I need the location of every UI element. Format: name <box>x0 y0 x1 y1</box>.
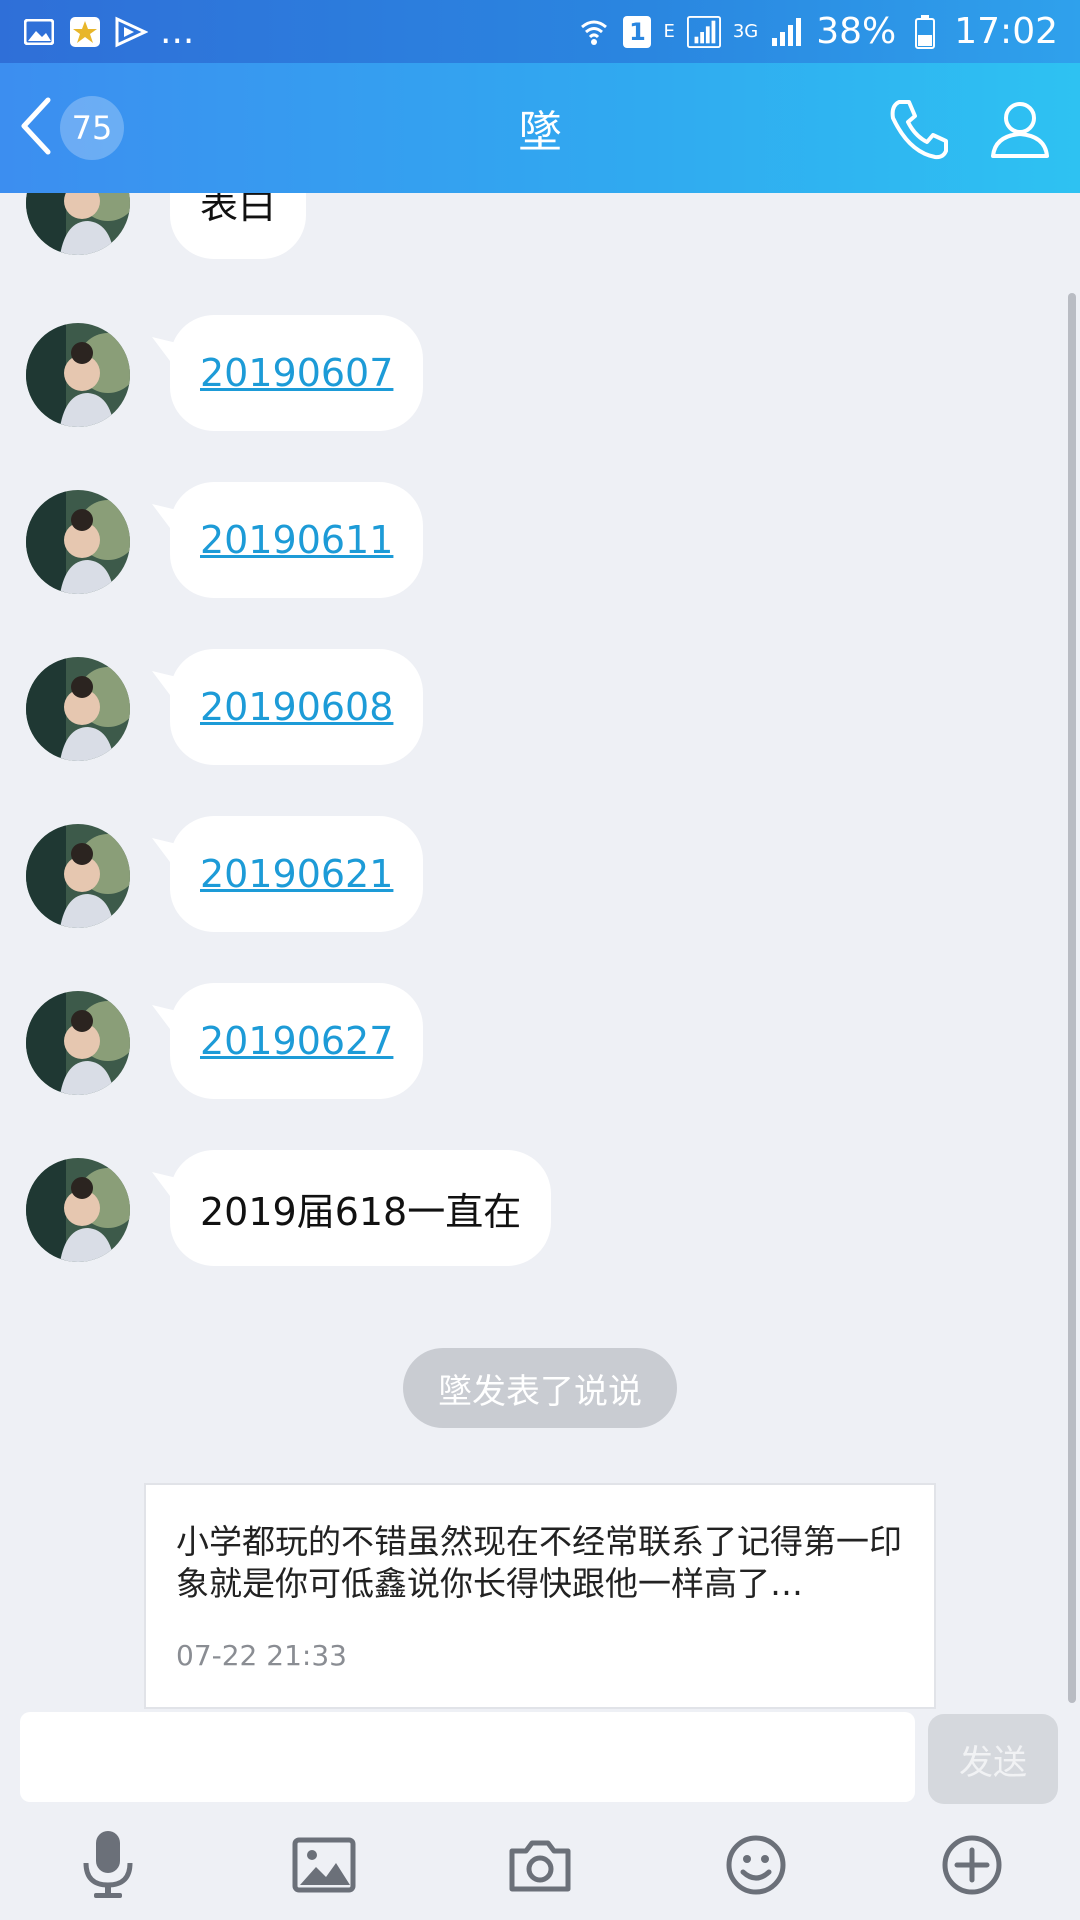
avatar[interactable] <box>26 657 130 761</box>
camera-button[interactable] <box>495 1822 585 1912</box>
avatar[interactable] <box>26 193 130 255</box>
message-row: 20190611 <box>0 482 900 602</box>
sim-badge: 1 <box>623 15 652 48</box>
call-button[interactable] <box>880 93 956 169</box>
signal-bars-icon <box>770 15 804 49</box>
message-bubble[interactable]: 2019届618一直在 <box>170 1150 552 1266</box>
message-row: 2019届618一直在 <box>0 1150 900 1270</box>
message-link[interactable]: 20190607 <box>170 315 424 431</box>
camera-icon <box>508 1837 572 1897</box>
sim-number: 1 <box>629 17 646 46</box>
star-app-icon <box>68 15 102 49</box>
avatar[interactable] <box>26 824 130 928</box>
message-row: 表白 <box>0 193 900 263</box>
system-notice: 墜发表了说说 <box>403 1348 677 1428</box>
feed-card-text: 小学都玩的不错虽然现在不经常联系了记得第一印象就是你可低鑫说你长得快跟他一样高了… <box>176 1522 902 1603</box>
avatar[interactable] <box>26 991 130 1095</box>
image-icon <box>22 15 56 49</box>
message-link[interactable]: 20190627 <box>170 983 424 1099</box>
image-icon <box>292 1837 356 1897</box>
plus-icon <box>941 1834 1003 1900</box>
feed-card[interactable]: 小学都玩的不错虽然现在不经常联系了记得第一印象就是你可低鑫说你长得快跟他一样高了… <box>144 1483 936 1709</box>
battery-percent: 38% <box>816 11 897 52</box>
phone-icon <box>885 96 951 166</box>
more-button[interactable] <box>927 1822 1017 1912</box>
send-button[interactable]: 发送 <box>928 1714 1058 1804</box>
notification-overflow: ... <box>160 11 195 52</box>
input-toolbar <box>0 1814 1080 1920</box>
message-row: 20190608 <box>0 649 900 769</box>
clock: 17:02 <box>954 11 1058 52</box>
avatar[interactable] <box>26 323 130 427</box>
feed-card-time: 07-22 21:33 <box>176 1639 347 1672</box>
message-row: 20190621 <box>0 816 900 936</box>
photo-button[interactable] <box>279 1822 369 1912</box>
avatar[interactable] <box>26 1158 130 1262</box>
voice-button[interactable] <box>63 1822 153 1912</box>
chat-header: 75 墜 <box>0 63 1080 193</box>
message-list[interactable]: 表白 20190607 20190611 20190608 20190621 2… <box>0 193 1080 1710</box>
message-row: 20190607 <box>0 315 900 435</box>
emoji-button[interactable] <box>711 1822 801 1912</box>
input-bar: 发送 <box>0 1710 1080 1814</box>
signal-icon <box>686 15 721 49</box>
network-e: E <box>663 21 675 42</box>
message-link[interactable]: 20190621 <box>170 816 424 932</box>
profile-button[interactable] <box>982 93 1058 169</box>
battery-icon <box>908 14 942 49</box>
video-play-icon <box>114 15 148 49</box>
message-link[interactable]: 20190608 <box>170 649 424 765</box>
message-bubble[interactable]: 表白 <box>170 193 307 259</box>
message-link[interactable]: 20190611 <box>170 482 424 598</box>
message-row: 20190627 <box>0 983 900 1103</box>
microphone-icon <box>78 1829 138 1905</box>
network-3g: 3G <box>732 21 759 42</box>
avatar[interactable] <box>26 490 130 594</box>
message-input[interactable] <box>20 1712 915 1802</box>
status-bar: ... 1 E 3G 38% 17:02 <box>0 0 1080 63</box>
user-icon <box>989 98 1051 164</box>
wifi-icon <box>577 15 611 49</box>
emoji-icon <box>725 1834 787 1900</box>
scrollbar[interactable] <box>1068 293 1076 1703</box>
